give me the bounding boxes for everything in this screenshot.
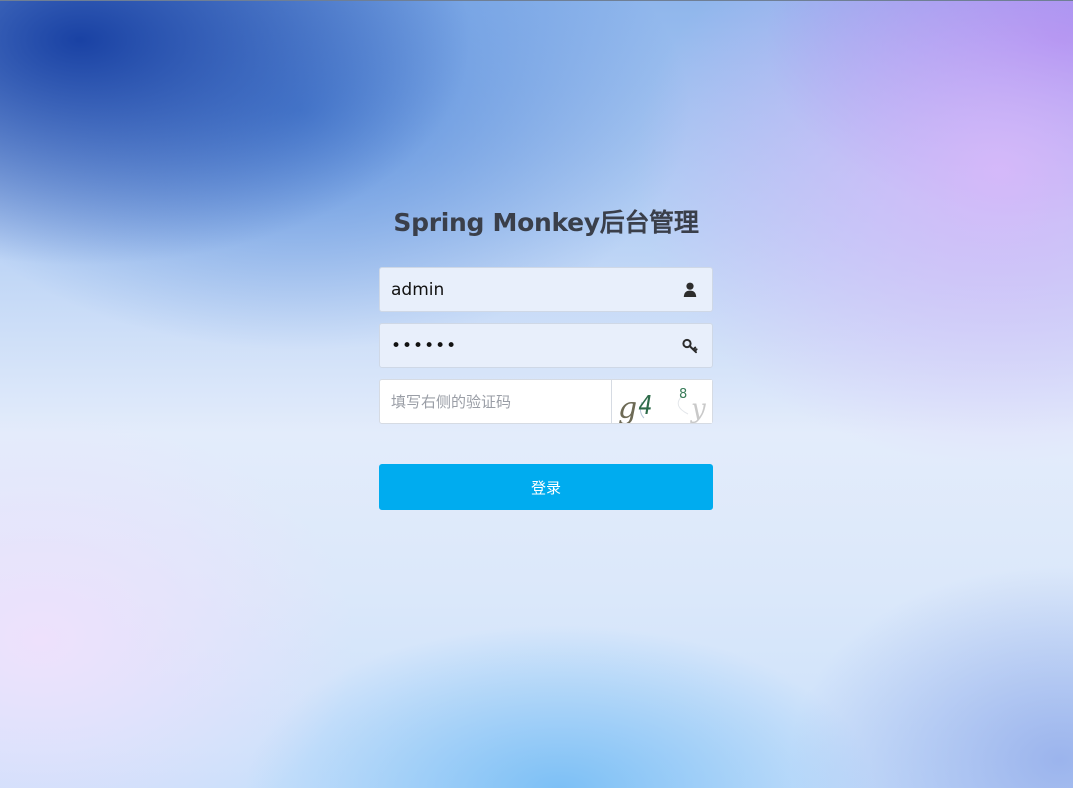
key-icon [681, 337, 699, 355]
window-top-border [0, 0, 1073, 1]
svg-text:g: g [618, 391, 637, 423]
svg-text:4: 4 [638, 390, 652, 420]
user-icon [681, 281, 699, 299]
svg-text:8: 8 [679, 387, 687, 402]
svg-text:y: y [690, 394, 706, 423]
password-field-wrapper [379, 323, 713, 368]
username-field-wrapper [379, 267, 713, 312]
password-input[interactable] [380, 324, 670, 367]
login-form: Spring Monkey后台管理 g 4 8 [379, 200, 713, 510]
captcha-field-wrapper: g 4 8 y [379, 379, 713, 424]
page-title: Spring Monkey后台管理 [393, 208, 699, 237]
captcha-image[interactable]: g 4 8 y [611, 380, 712, 423]
captcha-input[interactable] [380, 380, 612, 423]
username-input[interactable] [380, 268, 670, 311]
login-button[interactable]: 登录 [379, 464, 713, 510]
